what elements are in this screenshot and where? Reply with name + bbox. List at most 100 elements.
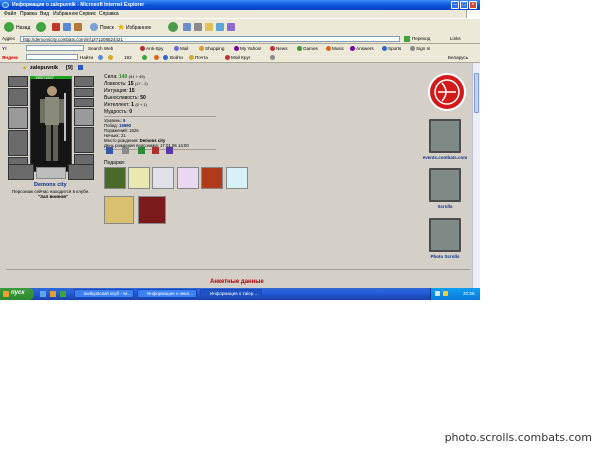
yandex-count[interactable]: 192 xyxy=(124,55,132,60)
forward-arrow-icon[interactable] xyxy=(36,22,46,32)
quicklaunch-ie-icon[interactable] xyxy=(40,291,46,297)
toolbar-my-yahoo[interactable]: My Yahoo! xyxy=(240,46,262,51)
go-button[interactable]: Переход xyxy=(412,36,430,41)
tray-network-icon[interactable] xyxy=(435,291,440,296)
emblem-slot[interactable] xyxy=(8,164,34,180)
gloves-slot[interactable] xyxy=(74,108,94,126)
close-button[interactable]: × xyxy=(469,1,477,9)
start-button[interactable]: пуск xyxy=(0,288,34,300)
taskbar-item-info-1[interactable]: Информация о нико... xyxy=(137,289,197,298)
go-arrow-icon[interactable] xyxy=(404,36,410,42)
menu-view[interactable]: Вид xyxy=(40,11,49,17)
folder-icon[interactable] xyxy=(205,23,213,31)
favorites-label[interactable]: Избранное xyxy=(126,25,151,31)
yandex-circle[interactable]: Мой Круг xyxy=(231,55,250,60)
quicklaunch-desktop-icon[interactable] xyxy=(50,291,56,297)
gift-shield-icon[interactable] xyxy=(201,167,223,189)
toolbar-games[interactable]: Games xyxy=(303,46,318,51)
armor-slot[interactable] xyxy=(8,130,28,156)
toolbar-sports[interactable]: Sports xyxy=(388,46,401,51)
yandex-logo[interactable]: Яндекс xyxy=(2,55,18,60)
menu-favorites[interactable]: Избранное xyxy=(53,11,78,17)
amulet-slot-2[interactable] xyxy=(68,164,94,180)
toolbar-anti-spy[interactable]: Anti-Spy xyxy=(146,46,163,51)
search-label[interactable]: Поиск xyxy=(100,25,114,31)
badge-2-icon[interactable] xyxy=(122,147,129,154)
events-link[interactable]: events.combats.com xyxy=(420,155,470,160)
badge-4-icon[interactable] xyxy=(152,147,159,154)
yandex-region[interactable]: Беларусь xyxy=(448,55,468,60)
start-label[interactable]: пуск xyxy=(11,290,24,296)
address-input[interactable]: http://demonscity.combats.com/inf.pl?120… xyxy=(20,36,400,42)
toolbar-sign-in[interactable]: Sign In xyxy=(416,46,430,51)
gift-ball-icon[interactable] xyxy=(128,167,150,189)
badge-3-icon[interactable] xyxy=(138,147,145,154)
toolbar-shopping[interactable]: Shopping xyxy=(205,46,224,51)
toolbar-answers[interactable]: Answers xyxy=(356,46,374,51)
character-portrait[interactable] xyxy=(30,76,72,172)
favorites-star-icon[interactable]: ★ xyxy=(117,22,125,33)
yandex-settings-icon[interactable] xyxy=(270,55,275,60)
search-icon[interactable] xyxy=(90,23,98,31)
yandex-options-icon[interactable] xyxy=(98,55,103,60)
toolbar-news[interactable]: News xyxy=(276,46,288,51)
archer-emblem-icon[interactable] xyxy=(428,73,466,111)
address-url[interactable]: http://demonscity.combats.com/inf.pl?120… xyxy=(23,37,123,42)
amulet-slot[interactable] xyxy=(74,76,94,87)
gift-cloak-icon[interactable] xyxy=(138,196,166,224)
maximize-button[interactable]: □ xyxy=(460,1,468,9)
gift-goblets-icon[interactable] xyxy=(104,196,134,224)
gift-book-icon[interactable] xyxy=(104,167,126,189)
print-icon[interactable] xyxy=(194,23,202,31)
ring-slot-2[interactable] xyxy=(74,98,94,107)
gift-figure-icon[interactable] xyxy=(152,167,174,189)
helmet-slot[interactable] xyxy=(8,76,28,87)
yandex-login[interactable]: Войти xyxy=(170,55,183,60)
tray-volume-icon[interactable] xyxy=(443,291,448,296)
links-button[interactable]: Links xyxy=(450,36,461,41)
yandex-weather-icon[interactable] xyxy=(154,55,159,60)
weapon-slot[interactable] xyxy=(8,107,28,129)
taskbar-item-info-2[interactable]: Информация о zalep... xyxy=(200,289,262,298)
history-icon[interactable] xyxy=(168,22,178,32)
refresh-icon[interactable] xyxy=(63,23,71,31)
search-web-button[interactable]: Search Web xyxy=(88,46,113,51)
scrollbar-thumb[interactable] xyxy=(474,73,479,113)
events-banner-icon[interactable] xyxy=(429,119,461,153)
vertical-scrollbar[interactable] xyxy=(472,63,480,288)
scrolls-banner-icon[interactable] xyxy=(429,168,461,202)
shield-slot[interactable] xyxy=(74,127,94,153)
gift-bottle-icon[interactable] xyxy=(226,167,248,189)
photo-scrolls-link[interactable]: Photo Scrolls xyxy=(420,254,470,259)
city-name[interactable]: Demons city xyxy=(34,182,67,188)
yandex-search-input[interactable] xyxy=(26,54,78,60)
back-label[interactable]: Назад xyxy=(16,25,30,31)
messenger-icon[interactable] xyxy=(216,23,224,31)
yahoo-logo-icon[interactable]: Y! xyxy=(2,46,7,51)
home-icon[interactable] xyxy=(74,23,82,31)
quicklaunch-media-icon[interactable] xyxy=(60,291,66,297)
photo-scrolls-banner-icon[interactable] xyxy=(429,218,461,252)
toolbar-mail[interactable]: Mail xyxy=(180,46,188,51)
menu-help[interactable]: Справка xyxy=(99,11,119,17)
badge-1-icon[interactable] xyxy=(106,147,113,154)
mail-icon[interactable] xyxy=(183,23,191,31)
toolbar-music[interactable]: Music xyxy=(332,46,344,51)
stop-icon[interactable] xyxy=(52,23,60,31)
scrolls-link[interactable]: Scrolls xyxy=(420,204,470,209)
gift-potions-icon[interactable] xyxy=(177,167,199,189)
yandex-post[interactable]: Почта xyxy=(195,55,208,60)
menu-tools[interactable]: Сервис xyxy=(79,11,96,17)
taskbar-item-club[interactable]: Бойцовский клуб - M... xyxy=(74,289,134,298)
back-arrow-icon[interactable] xyxy=(4,22,14,32)
badge-5-icon[interactable] xyxy=(166,147,173,154)
yahoo-search-input[interactable] xyxy=(26,45,84,51)
info-square-icon[interactable] xyxy=(78,65,83,70)
yandex-find-button[interactable]: Найти xyxy=(80,55,93,60)
menu-edit[interactable]: Правка xyxy=(20,11,37,17)
research-icon[interactable] xyxy=(227,23,235,31)
menu-file[interactable]: Файл xyxy=(4,11,16,17)
minimize-button[interactable]: – xyxy=(451,1,459,9)
yandex-mail-icon[interactable] xyxy=(142,55,147,60)
earring-slot[interactable] xyxy=(8,88,28,106)
